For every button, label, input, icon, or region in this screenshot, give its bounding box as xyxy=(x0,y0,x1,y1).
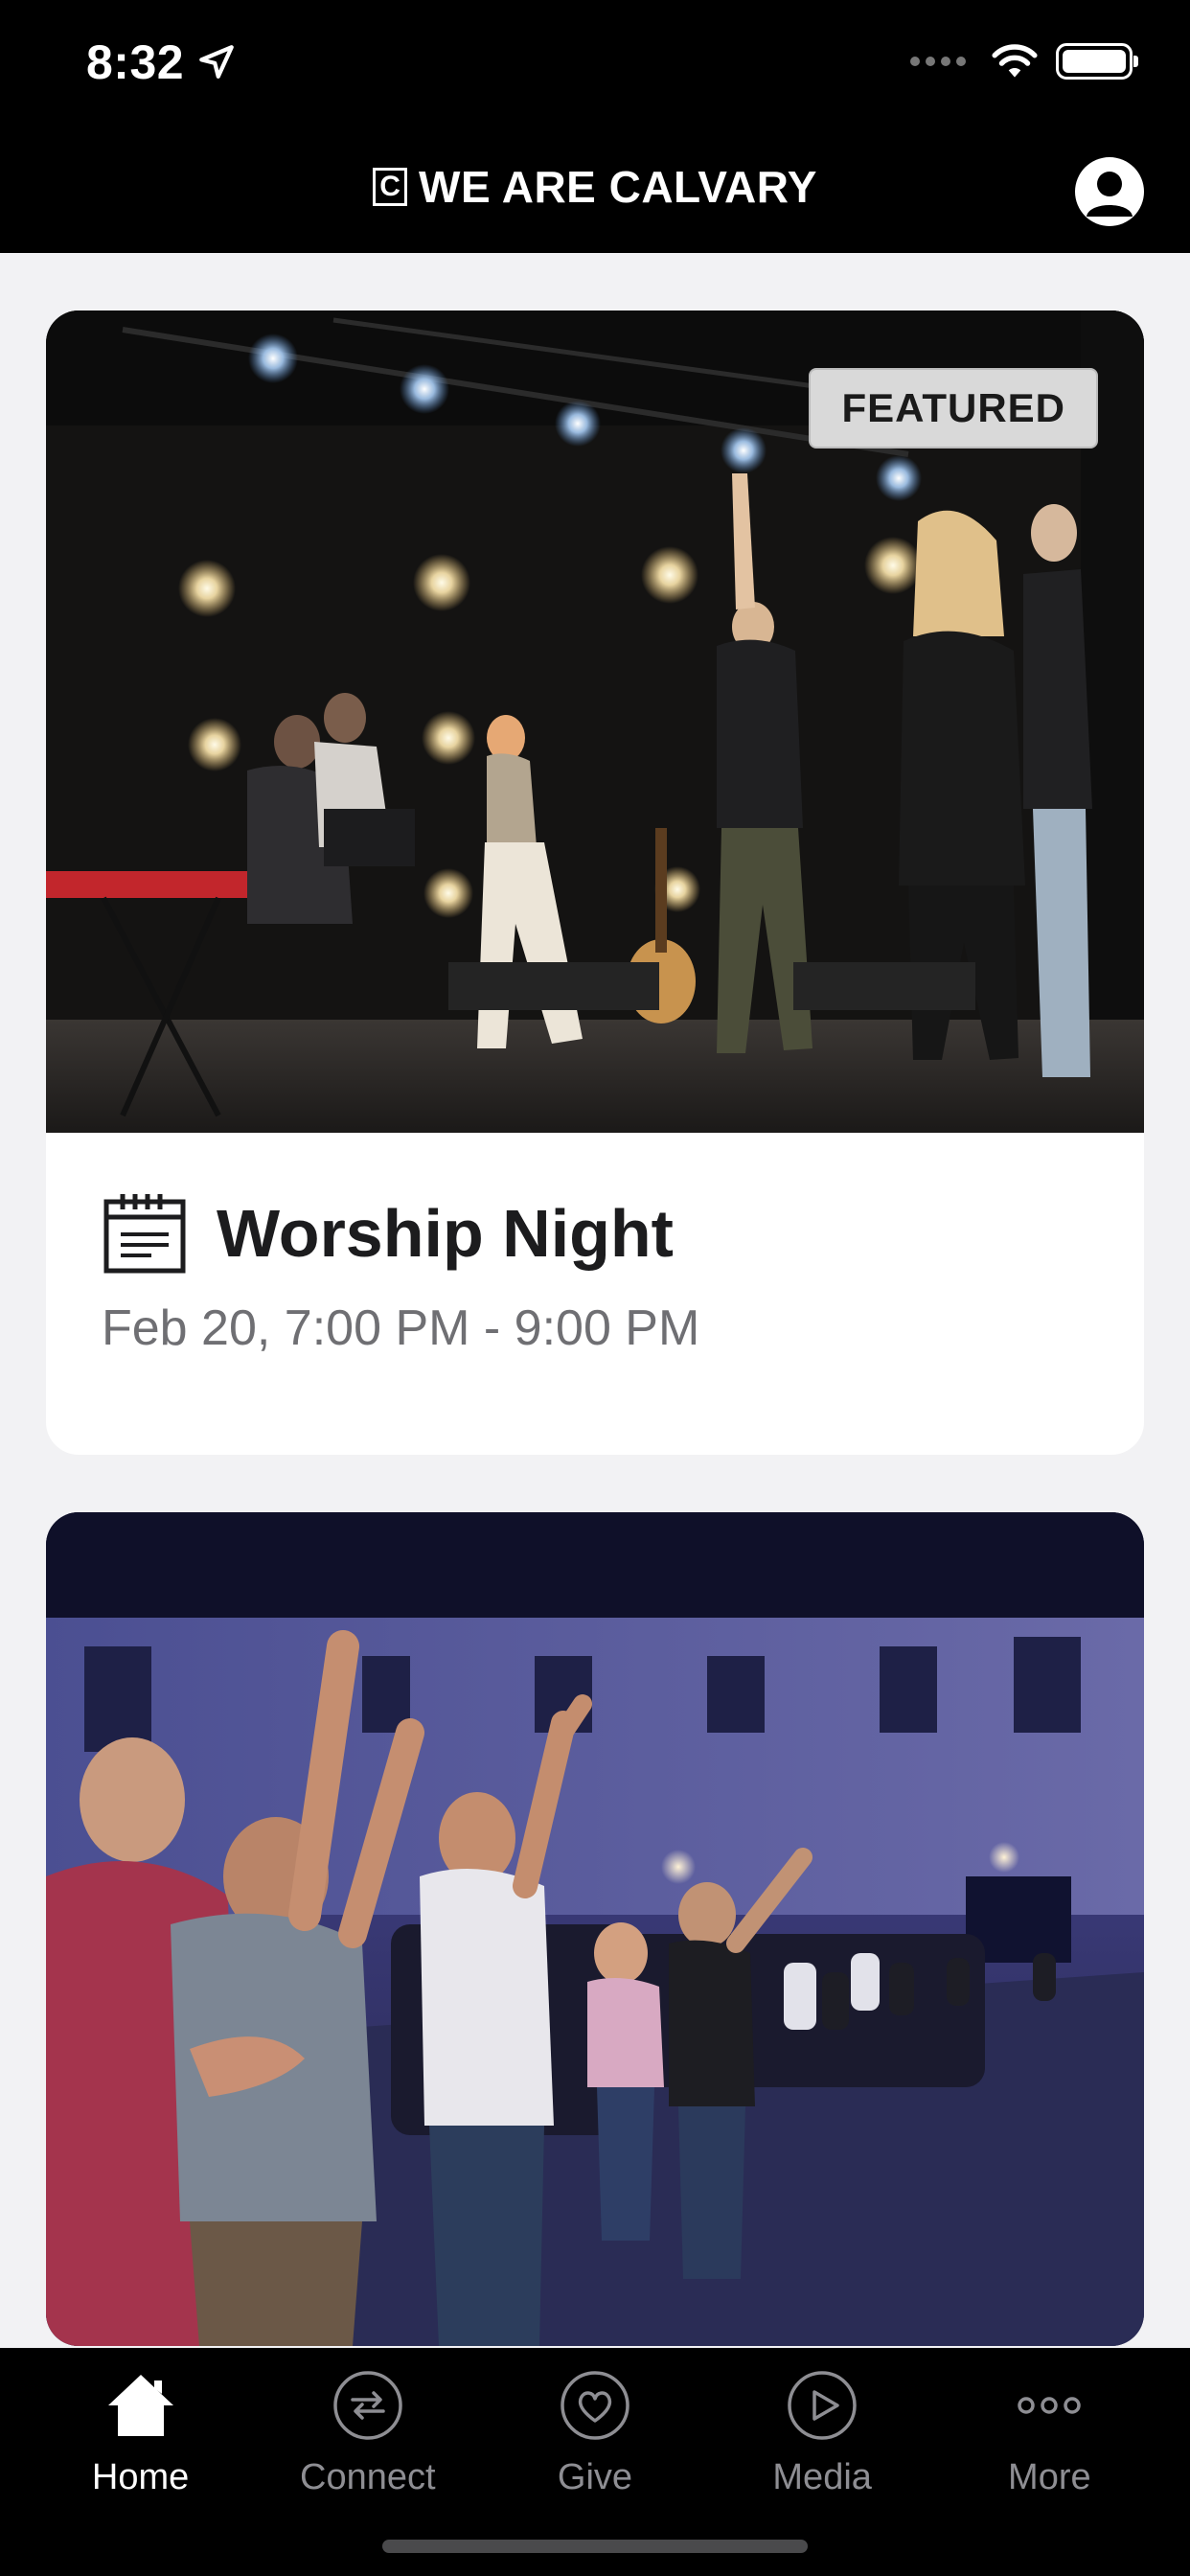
top-bar: 8:32 C WE ARE CALVARY xyxy=(0,0,1190,253)
feed-card-featured[interactable]: FEATURED Worship Night Feb 20, 7:00 PM -… xyxy=(46,310,1144,1455)
tab-home[interactable]: Home xyxy=(45,2348,237,2498)
media-icon xyxy=(788,2371,857,2440)
tab-give[interactable]: Give xyxy=(499,2348,691,2498)
user-avatar-icon xyxy=(1087,172,1133,217)
brand-logo: C xyxy=(373,168,408,206)
tab-connect[interactable]: Connect xyxy=(272,2348,464,2498)
give-icon xyxy=(561,2371,629,2440)
connect-icon xyxy=(333,2371,402,2440)
brand: C WE ARE CALVARY xyxy=(0,161,1190,213)
event-photo: FEATURED xyxy=(46,310,1144,1133)
congregation-photo-image xyxy=(46,1512,1144,2346)
wifi-icon xyxy=(992,44,1038,78)
tab-label-media: Media xyxy=(772,2457,872,2497)
tab-label-connect: Connect xyxy=(300,2457,436,2497)
tab-bar: Home Connect Give Media More xyxy=(0,2348,1190,2576)
event-info: Worship Night Feb 20, 7:00 PM - 9:00 PM xyxy=(46,1133,1144,1357)
location-arrow-icon xyxy=(199,45,234,79)
worship-photo xyxy=(46,1512,1144,2346)
tab-more[interactable]: More xyxy=(953,2348,1145,2498)
battery-icon xyxy=(1056,43,1138,80)
feed-card[interactable] xyxy=(46,1512,1144,2346)
event-datetime: Feb 20, 7:00 PM - 9:00 PM xyxy=(102,1300,700,1356)
profile-button[interactable] xyxy=(1075,157,1144,226)
tab-label-more: More xyxy=(1008,2457,1091,2497)
event-title: Worship Night xyxy=(217,1196,674,1271)
home-icon xyxy=(107,2375,173,2436)
brand-name: WE ARE CALVARY xyxy=(419,162,817,212)
signal-icon xyxy=(910,57,966,66)
calendar-icon xyxy=(103,1194,186,1274)
status-time: 8:32 xyxy=(86,35,185,89)
featured-badge: FEATURED xyxy=(809,368,1098,448)
tab-label-home: Home xyxy=(91,2457,190,2497)
tab-media[interactable]: Media xyxy=(726,2348,918,2498)
home-indicator xyxy=(382,2540,808,2553)
tab-label-give: Give xyxy=(557,2457,633,2497)
more-icon xyxy=(1018,2397,1082,2414)
status-indicators xyxy=(910,42,1138,80)
